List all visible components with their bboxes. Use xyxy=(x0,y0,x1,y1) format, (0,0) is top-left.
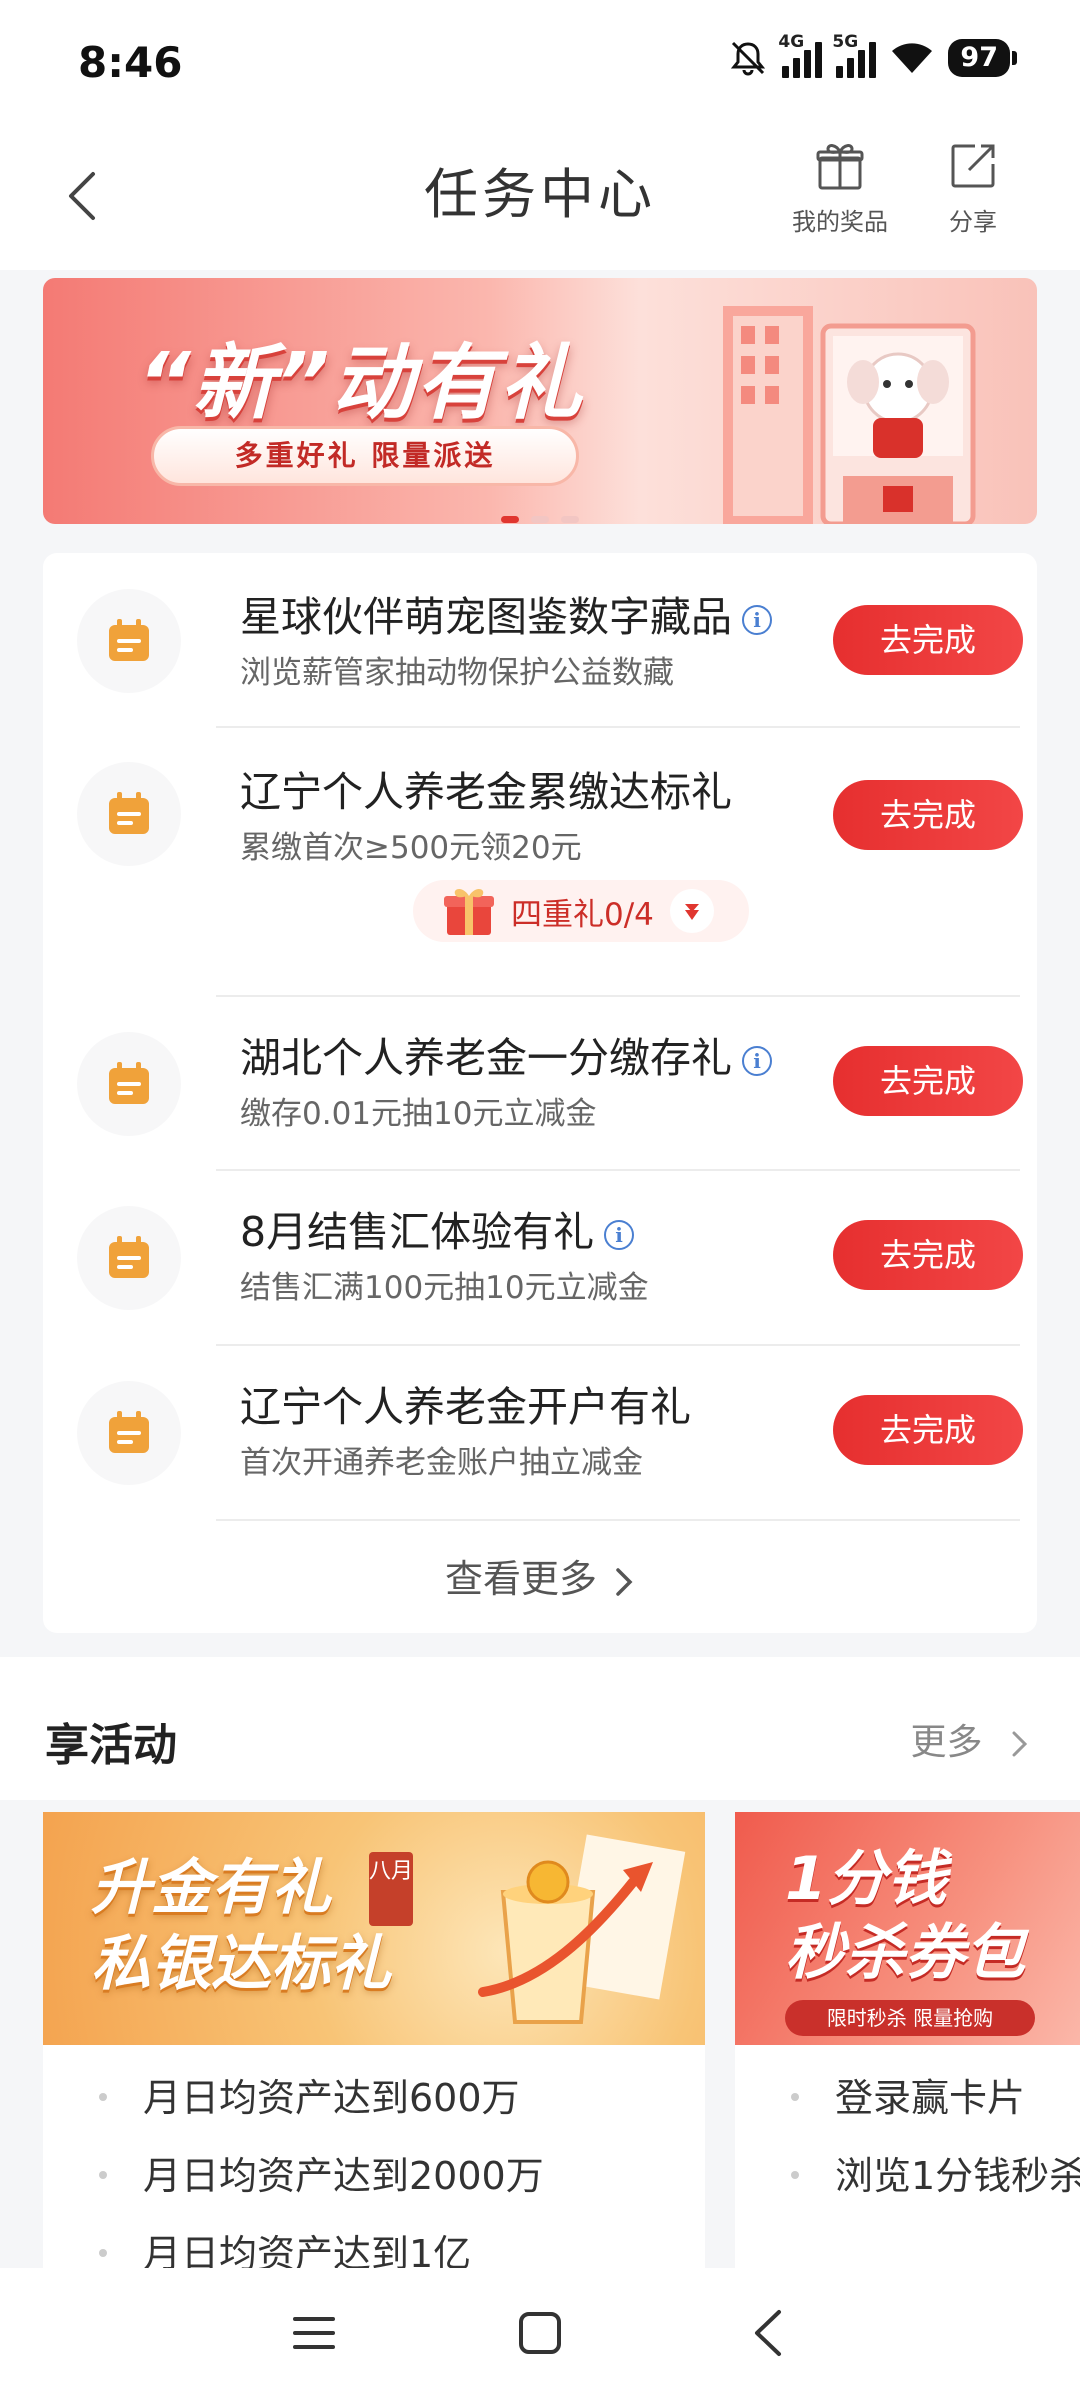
divider xyxy=(216,1519,1020,1521)
system-nav-bar xyxy=(0,2268,1080,2400)
home-square-icon xyxy=(519,2312,561,2354)
task-title: 辽宁个人养老金累缴达标礼 xyxy=(240,768,732,816)
promo-banner[interactable]: “新”动有礼 多重好礼 限量派送 xyxy=(43,278,1037,524)
activity-image-title: 1分钱 秒杀券包 xyxy=(785,1844,1025,1988)
go-complete-button[interactable]: 去完成 xyxy=(833,1395,1023,1465)
task-desc: 累缴首次≥500元领20元 xyxy=(240,830,582,866)
calendar-icon xyxy=(77,1381,181,1485)
calendar-icon xyxy=(77,762,181,866)
task-title: 星球伙伴萌宠图鉴数字藏品 i xyxy=(240,583,772,643)
task-desc: 浏览薪管家抽动物保护公益数藏 xyxy=(240,655,674,691)
task-desc: 首次开通养老金账户抽立减金 xyxy=(240,1445,643,1481)
task-row: 8月结售汇体验有礼 i 结售汇满100元抽10元立减金 去完成 xyxy=(43,1170,1037,1345)
my-prizes-button[interactable]: 我的奖品 xyxy=(785,138,895,237)
nav-back-button[interactable] xyxy=(728,2298,808,2368)
chevron-down-icon xyxy=(669,889,714,933)
bullet xyxy=(99,2093,107,2101)
activity-item: 浏览1分钱秒杀 xyxy=(835,2154,1080,2198)
banner-pagination xyxy=(0,516,1080,523)
calendar-icon xyxy=(77,1206,181,1310)
activity-item: 月日均资产达到600万 xyxy=(143,2076,520,2120)
info-icon[interactable]: i xyxy=(604,1220,635,1250)
gift-icon xyxy=(816,144,864,190)
gift-progress-tag[interactable]: 四重礼0/4 xyxy=(413,880,749,942)
bullet xyxy=(791,2093,799,2101)
share-icon xyxy=(951,144,995,188)
activity-item: 登录赢卡片 xyxy=(835,2076,1026,2120)
go-complete-button[interactable]: 去完成 xyxy=(833,1220,1023,1290)
task-title: 辽宁个人养老金开户有礼 xyxy=(240,1383,691,1431)
banner-title: “新”动有礼 xyxy=(138,336,584,431)
status-bar: 8:46 4G 5G 97 xyxy=(0,0,1080,120)
calendar-icon xyxy=(77,1032,181,1136)
see-more-link[interactable]: 查看更多 xyxy=(43,1548,1037,1603)
share-button[interactable]: 分享 xyxy=(918,138,1028,237)
info-icon[interactable]: i xyxy=(742,1046,772,1076)
bullet xyxy=(99,2249,107,2257)
chevron-right-icon xyxy=(1012,1731,1028,1757)
go-complete-button[interactable]: 去完成 xyxy=(833,780,1023,850)
signal-4g-icon: 4G xyxy=(778,32,823,78)
go-complete-button[interactable]: 去完成 xyxy=(833,605,1023,675)
wifi-icon xyxy=(892,43,933,73)
activity-image-title: 升金有礼 私银达标礼 xyxy=(91,1853,391,1999)
section-title: 享活动 xyxy=(45,1720,177,1771)
task-row: 辽宁个人养老金开户有礼 首次开通养老金账户抽立减金 去完成 xyxy=(43,1345,1037,1520)
activity-image: 1分钱 秒杀券包 限时秒杀 限量抢购 xyxy=(735,1812,1080,2045)
task-list-card: 星球伙伴萌宠图鉴数字藏品 i 浏览薪管家抽动物保护公益数藏 去完成 辽宁个人养老金… xyxy=(43,553,1037,1633)
banner-subtitle: 多重好礼 限量派送 xyxy=(151,426,579,486)
pagination-dot-2[interactable] xyxy=(531,516,549,523)
gift-progress-text: 四重礼0/4 xyxy=(511,896,654,933)
mascot-building-illustration xyxy=(723,306,976,524)
coin-glass-illustration xyxy=(478,1834,686,2024)
bullet xyxy=(99,2171,107,2179)
task-row: 湖北个人养老金一分缴存礼 i 缴存0.01元抽10元立减金 去完成 xyxy=(43,996,1037,1171)
calendar-icon xyxy=(77,589,181,693)
pagination-dot-3[interactable] xyxy=(561,516,579,523)
mute-icon xyxy=(731,41,766,76)
more-link[interactable]: 更多 xyxy=(911,1713,1030,1765)
bullet xyxy=(791,2171,799,2179)
activity-item: 月日均资产达到2000万 xyxy=(143,2154,544,2198)
status-time: 8:46 xyxy=(78,38,183,87)
menu-icon xyxy=(293,2317,335,2349)
go-complete-button[interactable]: 去完成 xyxy=(833,1046,1023,1116)
activity-image: 升金有礼 私银达标礼 八月 xyxy=(43,1812,705,2045)
month-badge: 八月 xyxy=(369,1852,413,1926)
gift-box-icon xyxy=(444,889,494,935)
task-title: 湖北个人养老金一分缴存礼 i xyxy=(240,1024,772,1084)
signal-5g-icon: 5G xyxy=(832,32,877,78)
share-label: 分享 xyxy=(949,208,997,236)
task-row: 星球伙伴萌宠图鉴数字藏品 i 浏览薪管家抽动物保护公益数藏 去完成 xyxy=(43,553,1037,728)
my-prizes-label: 我的奖品 xyxy=(792,208,888,236)
nav-menu-button[interactable] xyxy=(274,2298,354,2368)
task-desc: 结售汇满100元抽10元立减金 xyxy=(240,1270,649,1306)
info-icon[interactable]: i xyxy=(742,605,772,635)
nav-home-button[interactable] xyxy=(500,2298,580,2368)
chevron-right-icon xyxy=(616,1567,633,1596)
activity-image-subtitle: 限时秒杀 限量抢购 xyxy=(785,2000,1035,2036)
task-desc: 缴存0.01元抽10元立减金 xyxy=(240,1096,597,1132)
battery-icon: 97 xyxy=(948,39,1017,77)
task-title: 8月结售汇体验有礼 i xyxy=(240,1198,635,1258)
header: 任务中心 我的奖品 分享 xyxy=(0,120,1080,270)
status-icons: 4G 5G 97 xyxy=(728,32,1017,78)
back-triangle-icon xyxy=(755,2310,781,2356)
pagination-dot-1[interactable] xyxy=(501,516,519,523)
